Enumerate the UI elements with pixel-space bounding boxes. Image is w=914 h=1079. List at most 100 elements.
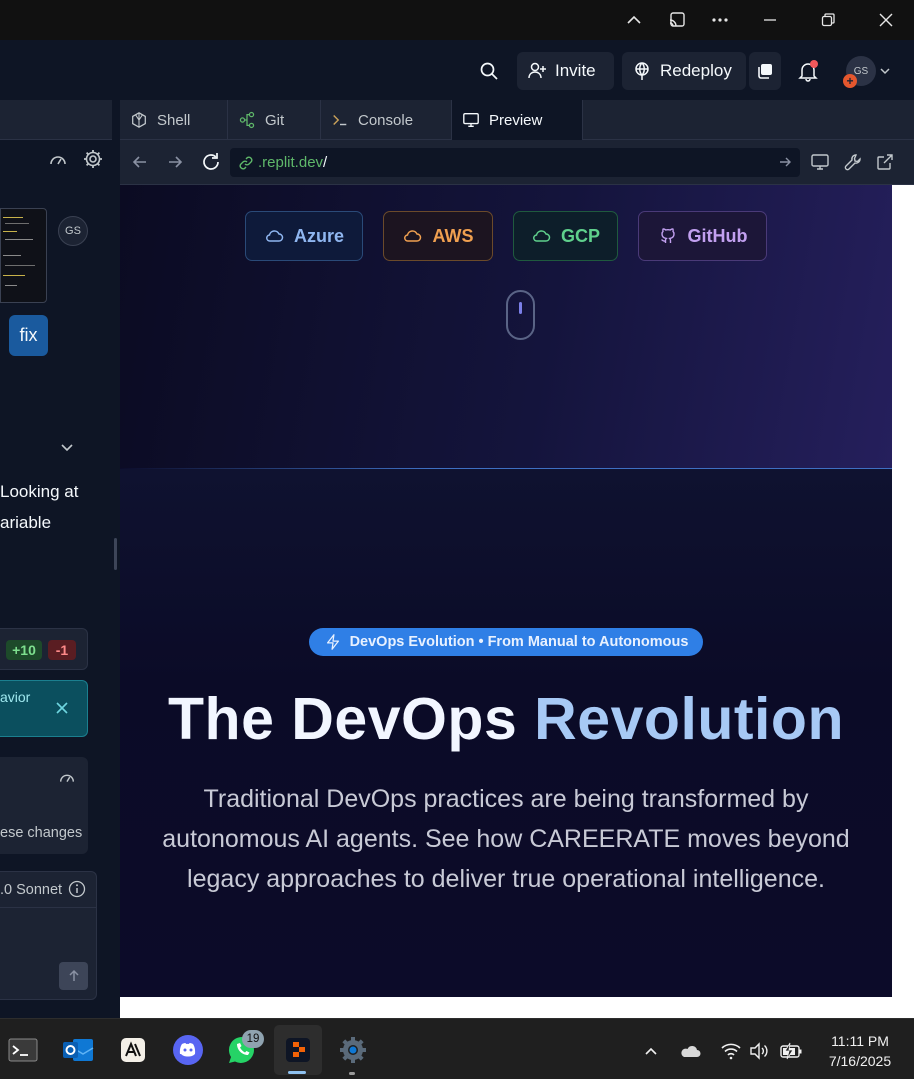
forward-arrow-icon[interactable] <box>165 152 185 177</box>
devtools-wrench-icon[interactable] <box>843 152 863 177</box>
show-hidden-icons-icon[interactable] <box>639 1039 663 1063</box>
tab-git[interactable]: Git <box>228 100 321 140</box>
clock-time: 11:11 PM <box>831 1033 889 1049</box>
back-arrow-icon[interactable] <box>130 152 150 177</box>
preview-bottom-edge <box>120 997 914 1018</box>
minimize-icon[interactable] <box>758 8 782 32</box>
device-view-icon[interactable] <box>810 152 830 177</box>
console-icon <box>333 114 347 126</box>
tab-label: Shell <box>157 111 191 129</box>
notification-count-badge: 19 <box>242 1030 264 1048</box>
chat-input-box[interactable]: .0 Sonnet <box>0 871 97 1000</box>
chevron-down-icon[interactable] <box>879 64 891 82</box>
cast-icon[interactable] <box>665 8 689 32</box>
description-line: legacy approaches to deliver true operat… <box>187 865 825 893</box>
panel-resize-gutter[interactable] <box>112 100 120 1018</box>
github-badge[interactable]: GitHub <box>638 211 767 261</box>
workspace-panel: Shell Git Console Preview .replit.dev/ <box>120 100 914 1018</box>
close-icon[interactable] <box>54 700 70 716</box>
tab-label: Git <box>265 111 285 129</box>
layers-icon <box>758 64 772 79</box>
tab-preview[interactable]: Preview <box>452 100 583 140</box>
url-input[interactable]: .replit.dev / <box>230 148 800 177</box>
settings-app-icon[interactable] <box>337 1034 369 1066</box>
speedometer-icon[interactable] <box>56 767 78 789</box>
agent-message-line: ariable <box>0 513 52 532</box>
speedometer-icon[interactable] <box>46 148 70 172</box>
invite-label: Invite <box>555 61 596 80</box>
user-avatar-initials: GS <box>65 225 81 237</box>
description-line: autonomous AI agents. See how CAREERATE … <box>162 825 850 853</box>
notifications-bell-icon[interactable] <box>795 58 821 84</box>
page-title: The DevOps Revolution <box>120 685 892 753</box>
volume-icon[interactable] <box>747 1039 771 1063</box>
running-app-indicator <box>349 1072 355 1075</box>
deployments-button[interactable] <box>749 52 781 90</box>
redeploy-button[interactable]: Redeploy <box>622 52 746 90</box>
discord-app-icon[interactable] <box>172 1034 204 1066</box>
globe-icon <box>635 62 649 80</box>
cloud-label: GitHub <box>687 225 748 246</box>
open-url-arrow-icon[interactable] <box>778 155 792 173</box>
chevron-up-icon[interactable] <box>622 8 646 32</box>
checkpoint-notice: avior <box>0 680 88 737</box>
hero-description: Traditional DevOps practices are being t… <box>160 779 852 899</box>
file-diff-summary[interactable]: +10 -1 <box>0 628 88 670</box>
more-options-icon[interactable] <box>708 8 732 32</box>
invite-button[interactable]: Invite <box>517 52 614 90</box>
preview-webview[interactable]: Azure AWS GCP GitHub DevOps Evolution • … <box>120 185 892 997</box>
fix-message-bubble: fix <box>9 315 48 356</box>
arrow-up-icon <box>68 969 79 981</box>
search-icon[interactable] <box>476 58 502 84</box>
cloud-label: Azure <box>293 225 344 246</box>
resize-handle[interactable] <box>114 538 117 570</box>
os-taskbar: 19 11:11 PM 7/16/2025 <box>0 1018 914 1079</box>
gcp-badge[interactable]: GCP <box>513 211 618 261</box>
user-avatar: GS <box>58 216 88 246</box>
lightning-icon <box>326 634 339 650</box>
title-part-1: The DevOps <box>168 686 518 752</box>
open-new-tab-icon[interactable] <box>875 152 895 177</box>
terminal-app-icon[interactable] <box>7 1034 39 1066</box>
restore-icon[interactable] <box>816 8 840 32</box>
tab-label: Console <box>358 111 414 129</box>
info-icon[interactable] <box>68 880 86 898</box>
gear-icon[interactable] <box>80 146 106 172</box>
url-domain: .replit.dev <box>258 154 324 171</box>
chevron-down-icon[interactable] <box>58 438 76 456</box>
onedrive-cloud-icon[interactable] <box>678 1039 702 1063</box>
evolution-badge: DevOps Evolution • From Manual to Autono… <box>309 628 703 656</box>
badge-text: DevOps Evolution • From Manual to Autono… <box>349 634 689 650</box>
add-badge-icon: + <box>843 74 857 88</box>
preview-scrollbar[interactable] <box>892 185 914 997</box>
cloud-icon <box>266 230 284 242</box>
anthropic-app-icon[interactable] <box>117 1034 149 1066</box>
azure-badge[interactable]: Azure <box>245 211 363 261</box>
outlook-app-icon[interactable] <box>62 1034 94 1066</box>
fix-label: fix <box>19 325 38 345</box>
redeploy-label: Redeploy <box>660 61 732 80</box>
aws-badge[interactable]: AWS <box>383 211 493 261</box>
model-label: .0 Sonnet <box>0 882 63 898</box>
reload-icon[interactable] <box>200 151 222 178</box>
monitor-icon <box>463 113 479 127</box>
cloud-label: GCP <box>560 225 600 246</box>
agent-chat-panel: GS fix Looking at ariable +10 -1 avior e… <box>0 100 112 1018</box>
send-button[interactable] <box>59 962 88 990</box>
tab-label: Preview <box>489 111 543 129</box>
tab-shell[interactable]: Shell <box>120 100 228 140</box>
replit-app-icon[interactable] <box>282 1034 314 1066</box>
battery-charging-icon[interactable] <box>779 1039 803 1063</box>
clock-date: 7/16/2025 <box>828 1053 892 1069</box>
scroll-indicator-icon <box>506 290 535 340</box>
title-part-2: Revolution <box>534 686 844 752</box>
screenshot-thumbnail[interactable] <box>0 208 47 303</box>
shell-icon <box>132 112 146 128</box>
system-clock[interactable]: 11:11 PM 7/16/2025 <box>810 1031 910 1071</box>
wifi-icon[interactable] <box>719 1039 743 1063</box>
cloud-icon <box>404 230 422 242</box>
tab-console[interactable]: Console <box>321 100 452 140</box>
close-window-icon[interactable] <box>874 8 898 32</box>
cloud-icon <box>533 230 551 242</box>
model-selector[interactable]: .0 Sonnet <box>0 872 97 908</box>
